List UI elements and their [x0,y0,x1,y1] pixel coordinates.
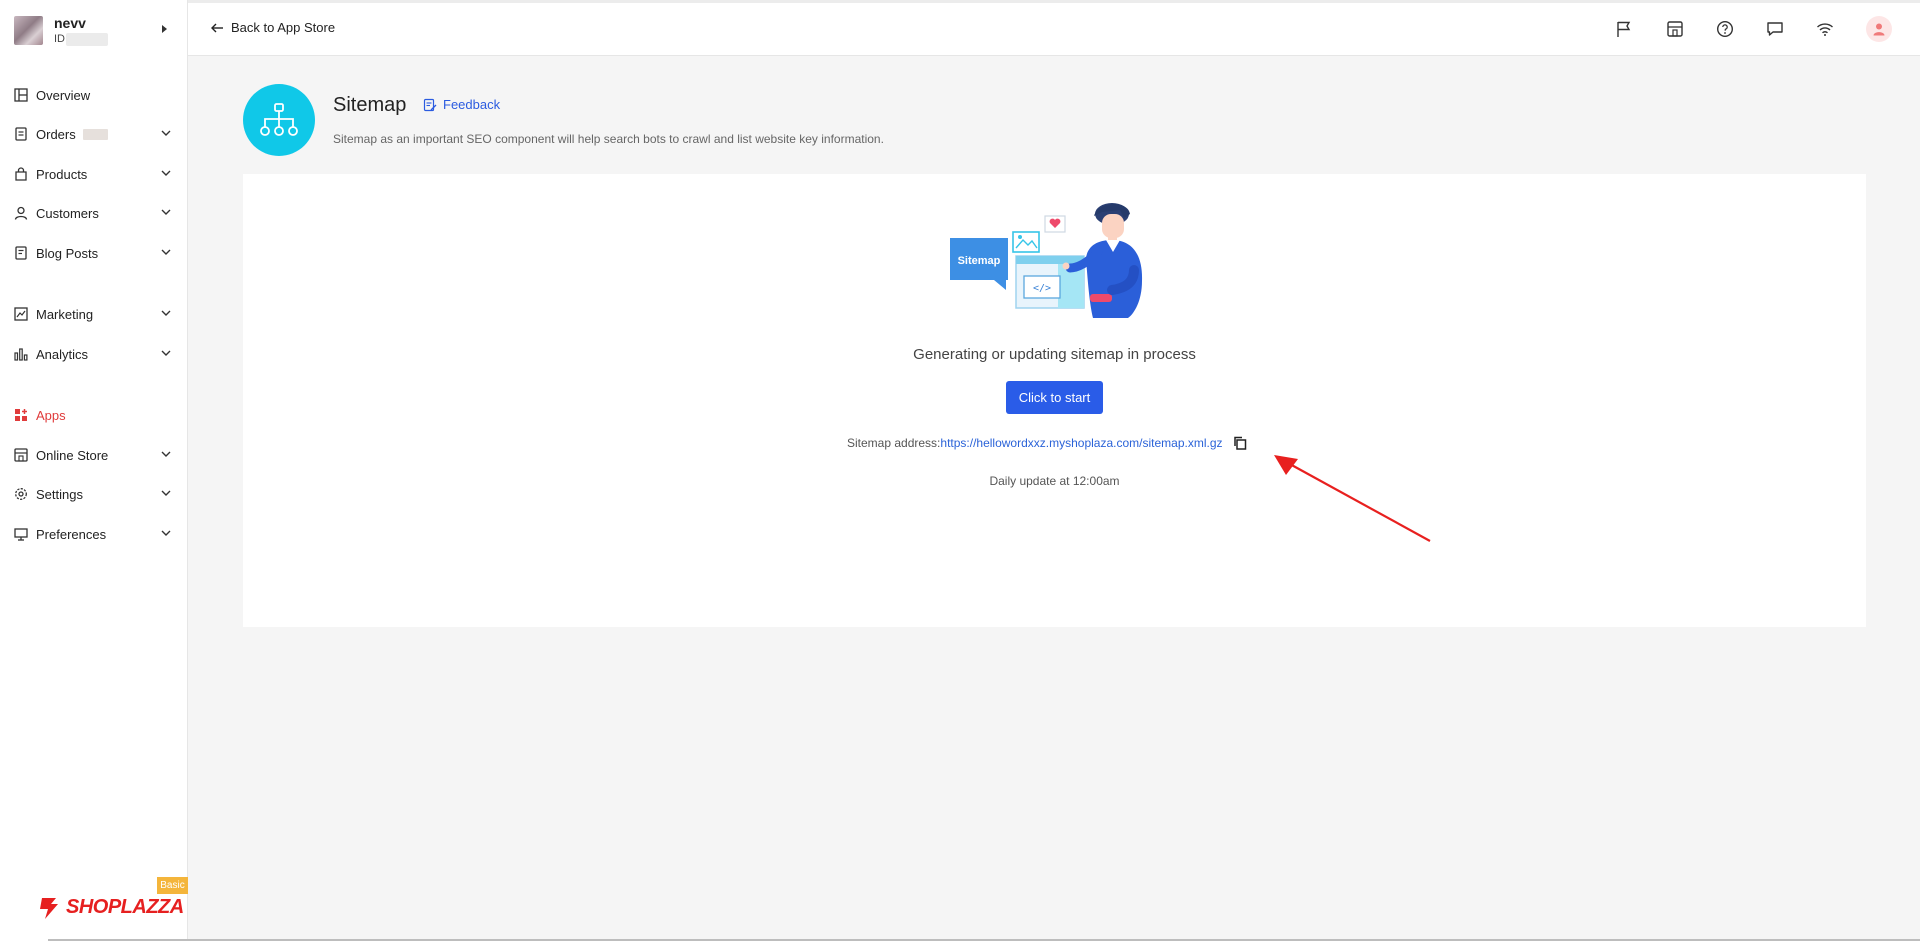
sidebar-item-apps[interactable]: Apps [0,400,188,430]
orders-icon [15,127,27,141]
online-store-icon [14,448,28,462]
sitemap-card: </> Sitemap Generating or updating sitem… [243,174,1866,627]
svg-text:</>: </> [1033,283,1051,294]
chevron-down-icon[interactable] [160,307,172,319]
click-to-start-button[interactable]: Click to start [1006,381,1103,414]
sidebar-item-label: Blog Posts [36,246,99,261]
arrow-left-icon [211,23,223,32]
chevron-down-icon[interactable] [160,127,172,139]
sidebar-item-label: Customers [36,206,99,221]
store-id-label: ID [54,33,65,45]
sidebar-item-marketing[interactable]: Marketing [0,299,188,329]
caret-right-icon[interactable] [162,25,167,33]
message-icon[interactable] [1766,20,1784,38]
products-icon [15,167,27,181]
sitemap-address-link[interactable]: https://hellowordxxz.myshoplaza.com/site… [940,436,1222,450]
chevron-down-icon[interactable] [160,246,172,258]
chevron-down-icon[interactable] [160,487,172,499]
marketing-icon [14,307,28,321]
sidebar-item-customers[interactable]: Customers [0,198,188,228]
sidebar-item-label: Settings [36,487,83,502]
apps-icon [15,409,27,421]
user-icon [1873,23,1885,36]
sidebar-item-label: Preferences [36,527,107,542]
sidebar-item-label: Apps [36,408,66,423]
sidebar-item-blog-posts[interactable]: Blog Posts [0,238,188,268]
plan-badge: Basic [157,877,188,894]
chevron-down-icon[interactable] [160,206,172,218]
settings-icon [15,488,27,500]
sidebar-item-label: Analytics [36,347,89,362]
sidebar-item-label: Marketing [36,307,94,322]
sidebar-item-products[interactable]: Products [0,159,188,189]
store-name: nevv [54,15,86,31]
chevron-down-icon[interactable] [160,347,172,359]
user-avatar[interactable] [1866,16,1892,42]
flag-icon[interactable] [1615,20,1633,38]
preferences-icon [14,528,28,541]
store-icon[interactable] [1666,20,1684,38]
store-avatar [14,16,43,45]
back-link-label: Back to App Store [231,20,336,35]
sidebar-item-label: Online Store [36,448,109,463]
customers-icon [14,206,28,220]
sitemap-address-row: Sitemap address: https://hellowordxxz.my… [847,436,1247,450]
chevron-down-icon[interactable] [160,527,172,539]
sidebar-item-label: Orders [36,127,76,142]
sidebar-item-label: Products [36,167,88,182]
feedback-label: Feedback [443,97,501,112]
generation-status: Generating or updating sitemap in proces… [913,346,1196,363]
help-icon[interactable] [1716,20,1734,38]
app-description: Sitemap as an important SEO component wi… [333,132,884,146]
daily-update-note: Daily update at 12:00am [989,474,1120,488]
sitemap-app-logo [243,84,315,156]
sidebar-item-orders[interactable]: Orders [0,119,188,149]
wifi-icon[interactable] [1816,20,1834,38]
store-id-redacted [66,33,108,46]
blog-posts-icon [15,246,27,260]
illustration-sitemap-label: Sitemap [958,255,1001,267]
store-switcher[interactable]: nevv ID [0,0,188,58]
analytics-icon [14,348,28,361]
topbar: Back to App Store [188,0,1920,56]
sidebar-item-analytics[interactable]: Analytics [0,339,188,369]
page-title: Sitemap [333,94,407,116]
sitemap-illustration: </> Sitemap [950,203,1143,318]
chevron-down-icon[interactable] [160,448,172,460]
orders-count-redacted [83,129,108,140]
sitemap-tree-icon [260,103,298,136]
sidebar-item-label: Overview [36,88,91,103]
copy-icon[interactable] [1233,436,1247,450]
sidebar-item-preferences[interactable]: Preferences [0,519,188,549]
shoplazza-logo-icon [40,898,58,919]
sidebar-item-settings[interactable]: Settings [0,479,188,509]
sitemap-address-label: Sitemap address: [847,436,941,450]
feedback-link[interactable]: Feedback [423,97,500,112]
brand-logo: SHOPLAZZA [66,896,184,918]
feedback-icon [423,98,437,111]
back-to-app-store-link[interactable]: Back to App Store [210,20,335,35]
sidebar-item-online-store[interactable]: Online Store [0,440,188,470]
sidebar: nevv ID Overview Orders Products Custome… [0,0,188,941]
sidebar-item-overview[interactable]: Overview [0,80,188,110]
chevron-down-icon[interactable] [160,167,172,179]
overview-icon [14,88,28,102]
